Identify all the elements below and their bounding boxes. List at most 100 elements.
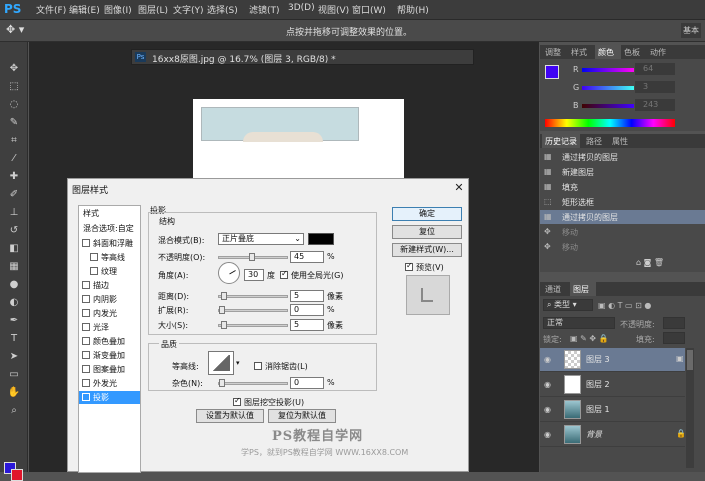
checkbox-checked[interactable] <box>82 393 90 401</box>
zoom-icon[interactable]: ⌕ <box>5 404 23 418</box>
hand-icon[interactable]: ✋ <box>5 386 23 400</box>
slider-knob[interactable] <box>249 253 255 261</box>
shadow-color-swatch[interactable] <box>308 233 334 245</box>
style-inner-shadow[interactable]: 内阴影 <box>79 293 140 306</box>
tab-adjustments[interactable]: 调整 <box>545 47 561 58</box>
pen-icon[interactable]: ✒ <box>5 314 23 328</box>
antialias-checkbox[interactable] <box>254 362 262 370</box>
tab-styles[interactable]: 样式 <box>571 47 587 58</box>
checkbox[interactable] <box>90 267 98 275</box>
knockout-checkbox[interactable] <box>233 396 241 406</box>
path-select-icon[interactable]: ➤ <box>5 350 23 364</box>
blend-mode-select[interactable]: 正常 <box>543 317 615 329</box>
checkbox[interactable] <box>82 379 90 387</box>
slider-knob[interactable] <box>221 321 227 329</box>
move-tool-icon[interactable]: ✥ ▾ <box>6 23 36 39</box>
opacity-field[interactable]: 45 <box>290 251 324 263</box>
layer-filter-icons[interactable]: ▣ ◐ T ▭ ⊡ ● <box>598 301 651 310</box>
checkbox[interactable] <box>90 253 98 261</box>
eraser-icon[interactable]: ◧ <box>5 242 23 256</box>
menu-filter[interactable]: 滤镜(T) <box>249 3 280 16</box>
style-contour[interactable]: 等高线 <box>79 251 140 264</box>
history-brush-icon[interactable]: ↺ <box>5 224 23 238</box>
reset-button[interactable]: 复位 <box>392 225 462 239</box>
slider-knob[interactable] <box>219 379 225 387</box>
history-item[interactable]: ▦ 新建图层 <box>540 165 705 179</box>
style-satin[interactable]: 光泽 <box>79 321 140 334</box>
menu-layer[interactable]: 图层(L) <box>138 3 168 16</box>
preview-checkbox[interactable] <box>405 261 413 271</box>
fill-field[interactable] <box>663 332 685 344</box>
color-spectrum-bar[interactable] <box>545 119 675 127</box>
menu-help[interactable]: 帮助(H) <box>397 3 429 16</box>
type-icon[interactable]: T <box>5 332 23 346</box>
lock-icons[interactable]: ▣ ✎ ✥ 🔒 <box>570 334 609 343</box>
eye-icon[interactable]: ◉ <box>544 430 554 440</box>
blur-icon[interactable]: ● <box>5 278 23 292</box>
styles-header[interactable]: 样式 <box>79 207 140 220</box>
layers-scrollbar[interactable] <box>686 348 694 468</box>
slider-knob[interactable] <box>221 292 227 300</box>
b-value[interactable]: 243 <box>635 99 675 111</box>
clone-stamp-icon[interactable]: ⊥ <box>5 206 23 220</box>
document-tab[interactable]: Ps 16xx8原图.jpg @ 16.7% (图层 3, RGB/8) * <box>131 49 474 65</box>
distance-field[interactable]: 5 <box>290 290 324 302</box>
style-bevel-emboss[interactable]: 斜面和浮雕 <box>79 237 140 250</box>
layer-effects-icon[interactable]: ▣ <box>676 354 684 363</box>
global-light-checkbox[interactable] <box>280 269 288 279</box>
slider-knob[interactable] <box>219 306 225 314</box>
new-style-button[interactable]: 新建样式(W)... <box>392 243 462 257</box>
checkbox[interactable] <box>82 309 90 317</box>
r-slider[interactable] <box>582 68 634 72</box>
g-value[interactable]: 3 <box>635 81 675 93</box>
move-icon[interactable]: ✥ <box>5 62 23 76</box>
checkbox[interactable] <box>82 295 90 303</box>
history-item-current[interactable]: ▦ 通过拷贝的图层 <box>540 210 705 224</box>
eye-icon[interactable]: ◉ <box>544 355 554 365</box>
marquee-icon[interactable]: ⬚ <box>5 80 23 94</box>
style-pattern-overlay[interactable]: 图案叠加 <box>79 363 140 376</box>
size-field[interactable]: 5 <box>290 319 324 331</box>
contour-preview[interactable] <box>208 351 234 375</box>
tab-channels[interactable]: 通道 <box>545 284 561 295</box>
spread-field[interactable]: 0 <box>290 304 324 316</box>
menu-view[interactable]: 视图(V) <box>318 3 349 16</box>
checkbox[interactable] <box>82 323 90 331</box>
checkbox[interactable] <box>82 239 90 247</box>
set-default-button[interactable]: 设置为默认值 <box>196 409 264 423</box>
layer-row-layer2[interactable]: ◉ 图层 2 <box>540 373 685 397</box>
menu-image[interactable]: 图像(I) <box>104 3 132 16</box>
angle-dial[interactable] <box>218 262 240 284</box>
history-footer-icons[interactable]: ⌂ ◙ 🗑 <box>636 258 664 267</box>
angle-field[interactable]: 30 <box>244 269 264 281</box>
reset-default-button[interactable]: 复位为默认值 <box>268 409 336 423</box>
tab-properties[interactable]: 属性 <box>612 136 628 147</box>
tab-history[interactable]: 历史记录 <box>545 136 577 147</box>
tab-color[interactable]: 颜色 <box>598 47 614 58</box>
layer-row-background[interactable]: ◉ 背景 🔒 <box>540 423 686 447</box>
lasso-icon[interactable]: ◌ <box>5 98 23 112</box>
distance-slider[interactable] <box>218 292 288 300</box>
gradient-icon[interactable]: ▦ <box>5 260 23 274</box>
tab-swatches[interactable]: 色板 <box>624 47 640 58</box>
ok-button[interactable]: 确定 <box>392 207 462 221</box>
scrollbar-thumb[interactable] <box>687 350 693 370</box>
quick-select-icon[interactable]: ✎ <box>5 116 23 130</box>
layer-row-layer3[interactable]: ◉ 图层 3 ▣ <box>540 348 685 372</box>
noise-field[interactable]: 0 <box>290 377 324 389</box>
opacity-slider[interactable] <box>218 253 288 261</box>
spread-slider[interactable] <box>218 306 288 314</box>
history-item-undone[interactable]: ✥ 移动 <box>540 240 705 254</box>
healing-brush-icon[interactable]: ✚ <box>5 170 23 184</box>
noise-slider[interactable] <box>218 379 288 387</box>
eyedropper-icon[interactable]: ⁄ <box>5 152 23 166</box>
menu-window[interactable]: 窗口(W) <box>352 3 386 16</box>
history-item[interactable]: ⬚ 矩形选框 <box>540 195 705 209</box>
style-outer-glow[interactable]: 外发光 <box>79 377 140 390</box>
layer-row-layer1[interactable]: ◉ 图层 1 <box>540 398 685 422</box>
menu-file[interactable]: 文件(F) <box>36 3 66 16</box>
r-value[interactable]: 64 <box>635 63 675 75</box>
history-item[interactable]: ▦ 通过拷贝的图层 <box>540 150 705 164</box>
size-slider[interactable] <box>218 321 288 329</box>
chevron-down-icon[interactable]: ▾ <box>236 359 240 367</box>
